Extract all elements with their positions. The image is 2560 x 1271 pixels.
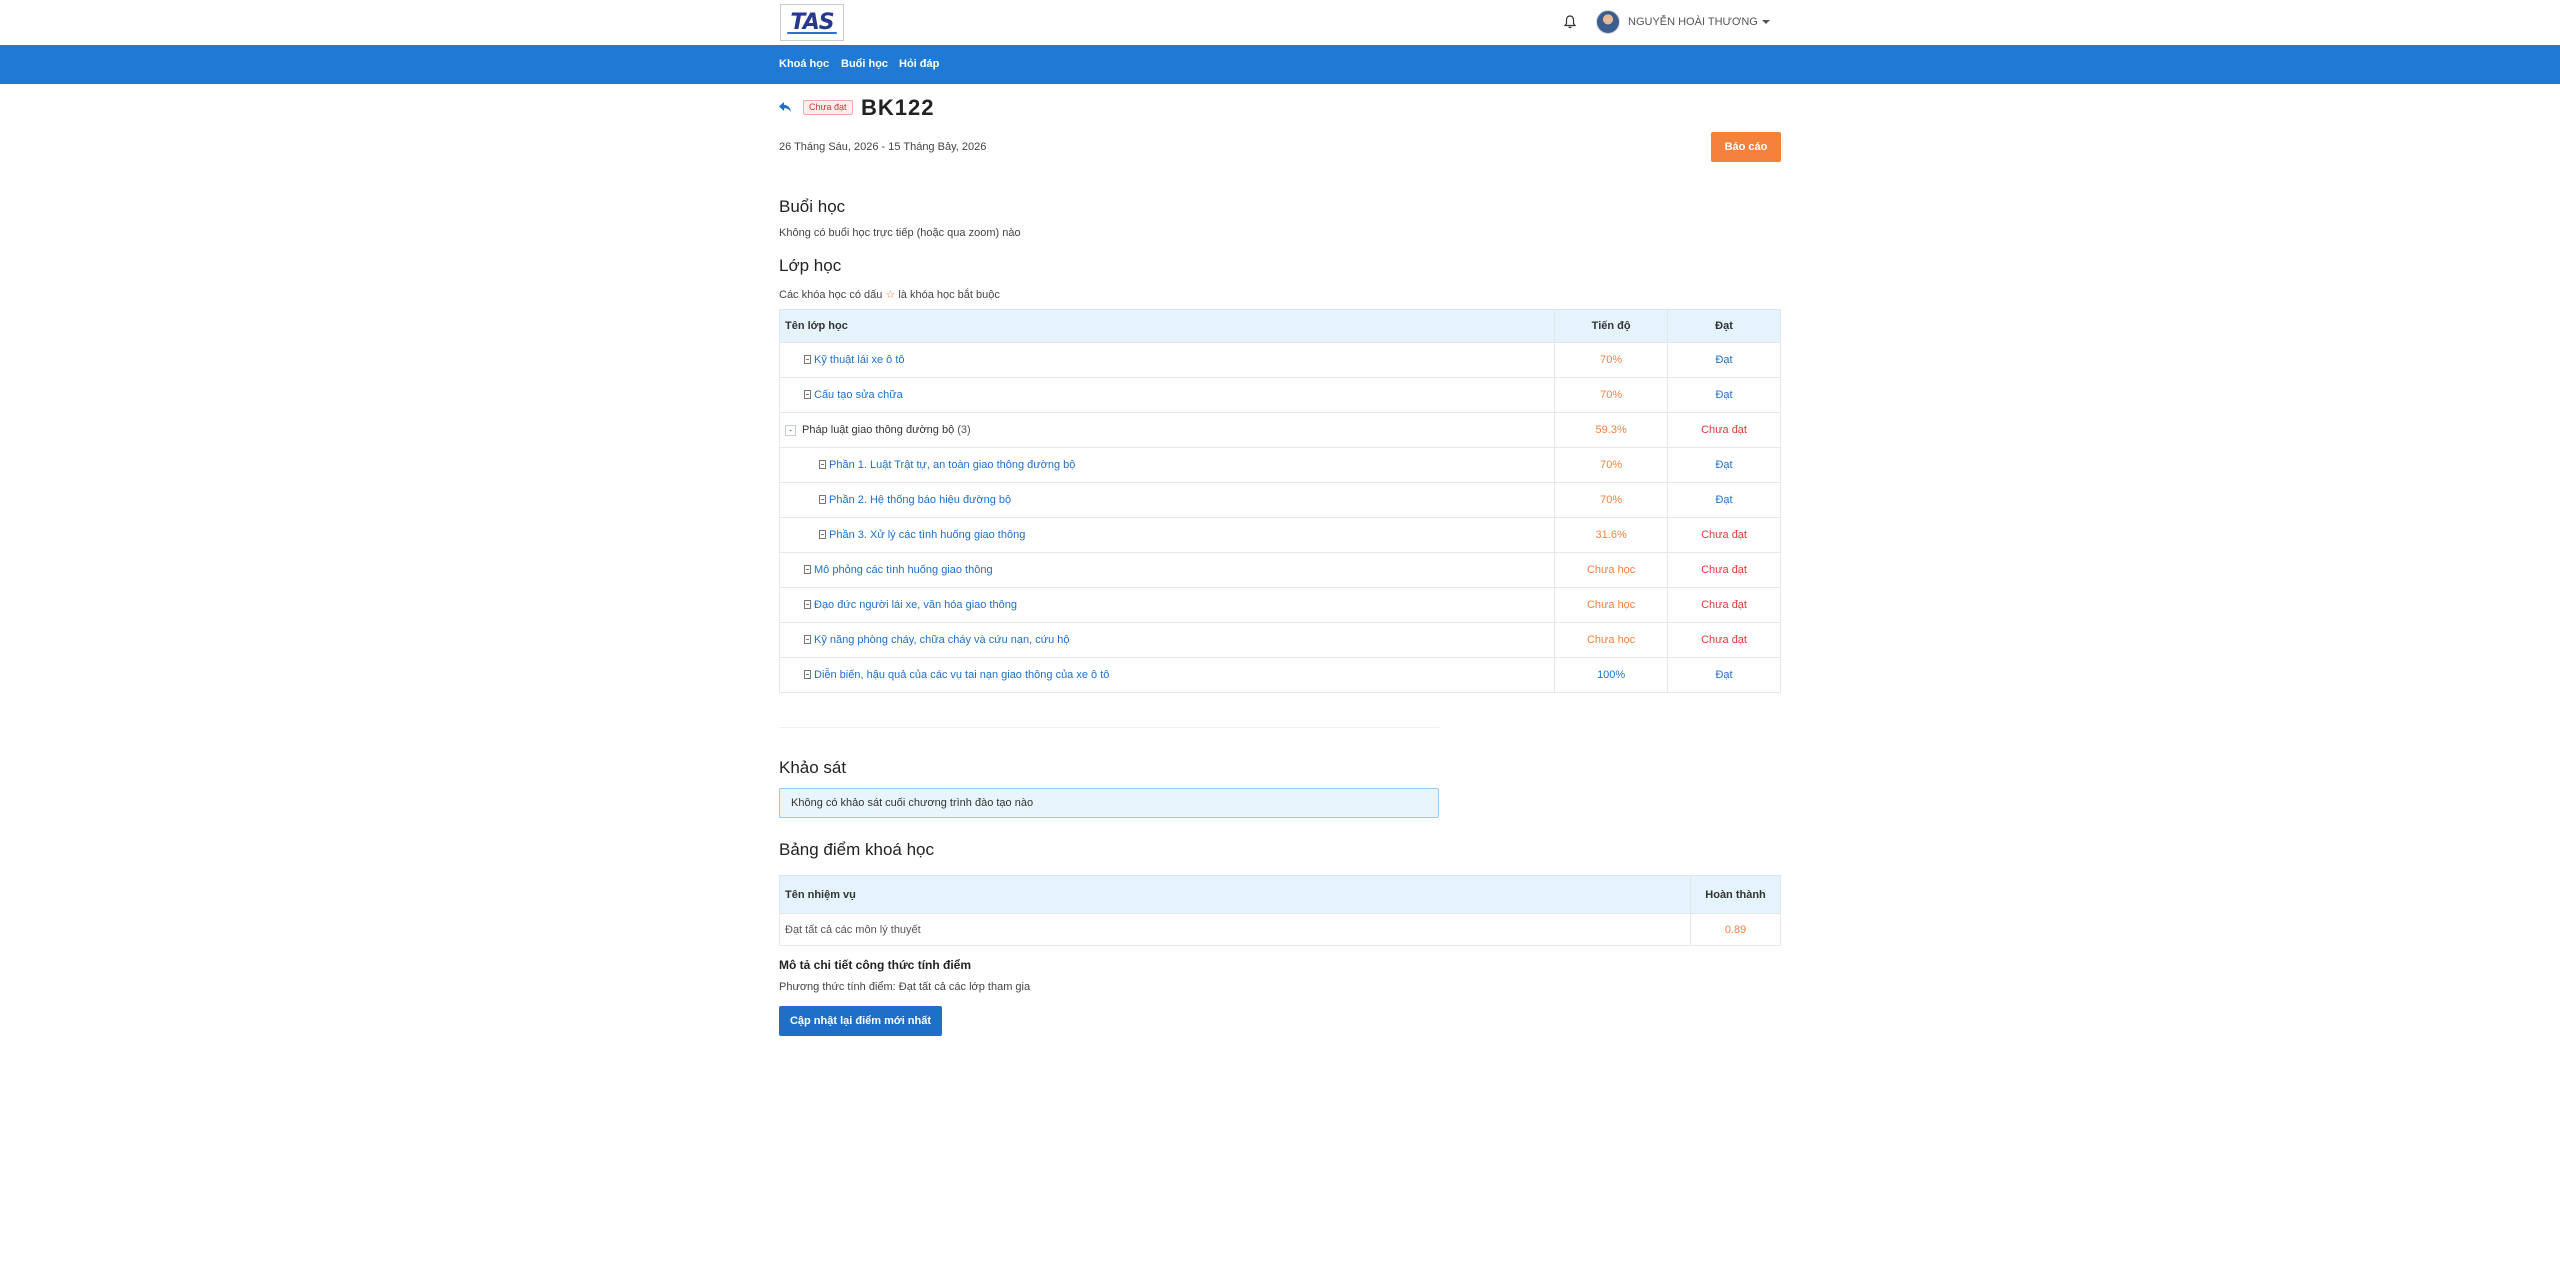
class-link[interactable]: Đạo đức người lái xe, văn hóa giao thông (814, 599, 1017, 611)
table-row: Cấu tạo sửa chữa 70% Đạt (778, 377, 1781, 413)
class-pass: Đạt (1667, 657, 1781, 693)
document-icon (804, 390, 811, 399)
class-progress: Chưa học (1554, 552, 1669, 588)
class-pass: Đạt (1667, 377, 1781, 413)
logo-swoosh (787, 32, 837, 34)
column-header-name: Tên lớp học (778, 309, 1556, 343)
classes-note-before: Các khóa học có dấu (779, 289, 883, 301)
class-pass: Chưa đạt (1667, 412, 1781, 448)
table-row: Mô phỏng các tình huống giao thông Chưa … (778, 552, 1781, 588)
user-menu[interactable]: NGUYỄN HOÀI THƯƠNG (1596, 10, 1770, 34)
score-task: Đạt tất cả các môn lý thuyết (778, 913, 1692, 946)
class-link[interactable]: Mô phỏng các tình huống giao thông (814, 564, 993, 576)
class-pass: Chưa đạt (1667, 587, 1781, 623)
class-link[interactable]: Kỹ thuật lái xe ô tô (814, 354, 905, 366)
class-link[interactable]: Phần 3. Xử lý các tình huống giao thông (829, 529, 1025, 541)
column-header-progress: Tiến độ (1554, 309, 1669, 343)
document-icon (804, 635, 811, 644)
table-row: Phần 3. Xử lý các tình huống giao thông … (778, 517, 1781, 553)
document-icon (819, 495, 826, 504)
formula-text: Phương thức tính điểm: Đạt tất cả các lớ… (779, 981, 1031, 993)
class-progress: Chưa học (1554, 622, 1669, 658)
update-score-button[interactable]: Cập nhật lại điểm mới nhất (779, 1006, 942, 1036)
table-row: - Pháp luật giao thông đường bộ (3) 59.3%… (778, 412, 1781, 448)
class-progress: 59.3% (1554, 412, 1669, 448)
table-row: Phần 2. Hệ thống báo hiệu đường bộ 70% Đ… (778, 482, 1781, 518)
class-progress: 70% (1554, 482, 1669, 518)
classes-heading: Lớp học (779, 256, 842, 275)
document-icon (819, 460, 826, 469)
nav-item-courses[interactable]: Khoá học (779, 45, 829, 84)
class-pass: Chưa đạt (1667, 552, 1781, 588)
document-icon (804, 565, 811, 574)
class-progress: 100% (1554, 657, 1669, 693)
class-pass: Đạt (1667, 342, 1781, 378)
tas-logo[interactable]: TAS (780, 4, 844, 41)
avatar (1596, 10, 1620, 34)
scores-table: Tên nhiệm vụ Hoàn thành Đạt tất cả các m… (778, 875, 1781, 946)
class-group-name: Pháp luật giao thông đường bộ (802, 424, 955, 436)
table-row: Đạo đức người lái xe, văn hóa giao thông… (778, 587, 1781, 623)
column-header-pass: Đạt (1667, 309, 1781, 343)
table-header-row: Tên nhiệm vụ Hoàn thành (778, 875, 1781, 914)
back-arrow-icon[interactable] (777, 99, 793, 115)
collapse-toggle[interactable]: - (785, 424, 796, 436)
class-progress: 70% (1554, 377, 1669, 413)
class-progress: Chưa học (1554, 587, 1669, 623)
date-range: 26 Tháng Sáu, 2026 - 15 Tháng Bảy, 2026 (779, 141, 987, 153)
class-progress: 70% (1554, 342, 1669, 378)
class-link[interactable]: Kỹ năng phòng cháy, chữa cháy và cứu nạn… (814, 634, 1070, 646)
caret-down-icon (1761, 20, 1770, 24)
column-header-task: Tên nhiệm vụ (778, 875, 1692, 914)
table-row: Kỹ thuật lái xe ô tô 70% Đạt (778, 342, 1781, 378)
table-header-row: Tên lớp học Tiến độ Đạt (778, 309, 1781, 343)
score-done: 0.89 (1690, 913, 1781, 946)
document-icon (804, 600, 811, 609)
document-icon (804, 670, 811, 679)
user-name: NGUYỄN HOÀI THƯƠNG (1628, 16, 1758, 28)
classes-table: Tên lớp học Tiến độ Đạt Kỹ thuật lái xe … (778, 309, 1781, 693)
class-pass: Chưa đạt (1667, 622, 1781, 658)
main-nav: Khoá học Buổi học Hỏi đáp (0, 45, 2560, 84)
table-row: Kỹ năng phòng cháy, chữa cháy và cứu nạn… (778, 622, 1781, 658)
table-row: Diễn biến, hậu quả của các vụ tai nạn gi… (778, 657, 1781, 693)
class-progress: 70% (1554, 447, 1669, 483)
document-icon (819, 530, 826, 539)
class-progress: 31.6% (1554, 517, 1669, 553)
class-link[interactable]: Cấu tạo sửa chữa (814, 389, 903, 401)
top-header: TAS NGUYỄN HOÀI THƯƠNG (0, 0, 2560, 45)
column-header-done: Hoàn thành (1690, 875, 1781, 914)
report-button[interactable]: Báo cáo (1711, 132, 1781, 162)
class-pass: Đạt (1667, 447, 1781, 483)
survey-heading: Khảo sát (779, 758, 847, 777)
page-title: BK122 (861, 95, 935, 120)
table-row: Đạt tất cả các môn lý thuyết 0.89 (778, 913, 1781, 946)
scores-heading: Bảng điểm khoá học (779, 840, 934, 859)
class-link[interactable]: Diễn biến, hậu quả của các vụ tai nạn gi… (814, 669, 1109, 681)
star-icon: ☆ (885, 289, 896, 301)
survey-empty-alert: Không có khảo sát cuối chương trình đào … (779, 788, 1439, 818)
formula-heading: Mô tả chi tiết công thức tính điểm (779, 958, 972, 972)
sessions-empty-text: Không có buổi học trực tiếp (hoặc qua zo… (779, 227, 1021, 239)
class-pass: Chưa đạt (1667, 517, 1781, 553)
nav-item-sessions[interactable]: Buổi học (841, 45, 888, 84)
class-group-count: (3) (957, 424, 971, 436)
divider (779, 727, 1439, 728)
bell-icon[interactable] (1562, 12, 1578, 32)
nav-item-qa[interactable]: Hỏi đáp (899, 45, 939, 84)
classes-note-after: là khóa học bắt buộc (898, 289, 1000, 301)
document-icon (804, 355, 811, 364)
status-badge: Chưa đạt (803, 100, 853, 115)
table-row: Phần 1. Luật Trật tự, an toàn giao thông… (778, 447, 1781, 483)
sessions-heading: Buổi học (779, 197, 846, 216)
classes-note: Các khóa học có dấu ☆ là khóa học bắt bu… (779, 288, 1000, 301)
class-link[interactable]: Phần 1. Luật Trật tự, an toàn giao thông… (829, 459, 1075, 471)
class-link[interactable]: Phần 2. Hệ thống báo hiệu đường bộ (829, 494, 1011, 506)
class-pass: Đạt (1667, 482, 1781, 518)
